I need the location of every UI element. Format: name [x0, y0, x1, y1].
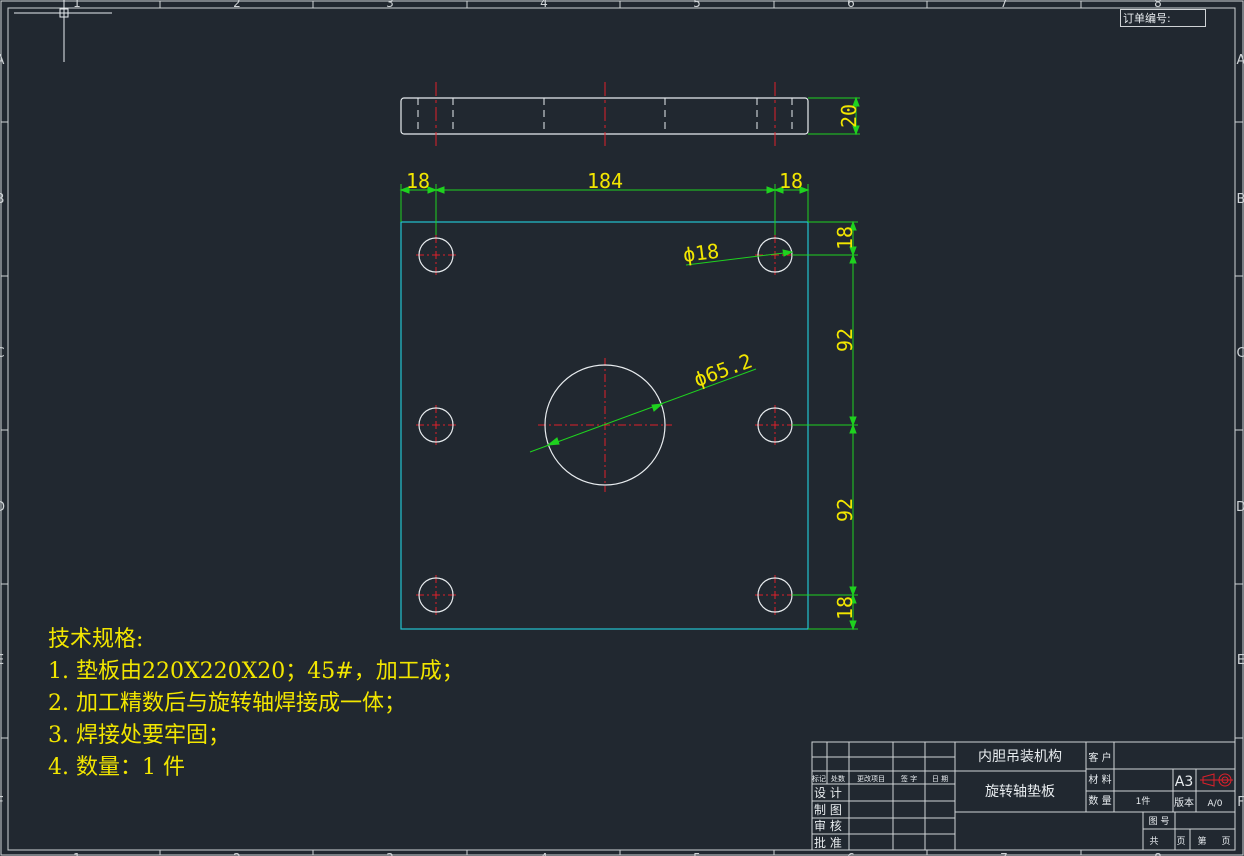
role-approve: 批 准 [814, 835, 842, 850]
row-letter: B [0, 192, 4, 207]
dim-thickness: 20 [837, 104, 861, 128]
quantity-value: 1件 [1136, 795, 1151, 807]
tech-spec-line: 2. 加工精数后与旋转轴焊接成一体； [48, 691, 406, 716]
col-num: 1 [73, 0, 81, 10]
diameter-leaders [529, 249, 794, 453]
quantity-label: 数 量 [1088, 794, 1111, 807]
tech-spec-title: 技术规格: [48, 627, 144, 652]
col-num: 2 [233, 0, 241, 10]
dim-lower-pitch: 92 [833, 498, 857, 522]
col-num: 4 [540, 0, 548, 10]
row-letter: B [1237, 192, 1244, 207]
assembly-name: 内胆吊装机构 [978, 749, 1062, 765]
col-num: 3 [386, 0, 394, 10]
col-num: 6 [847, 0, 855, 10]
dim-small-hole-dia: ϕ18 [682, 239, 721, 267]
title-block-text: 标记 处数 更改项目 签 字 日 期 设 计 制 图 审 核 批 准 内胆吊装机… [812, 749, 1231, 850]
dim-right-margin: 18 [779, 169, 803, 193]
role-design: 设 计 [814, 786, 842, 800]
rev-header: 处数 [831, 774, 845, 783]
plate-centerlines [416, 235, 795, 615]
rev-header: 更改项目 [857, 774, 885, 783]
row-letter: A [1237, 53, 1244, 68]
tech-spec-line: 3. 焊接处要牢固； [48, 723, 230, 748]
vertical-dimension [792, 220, 858, 631]
crosshair-cursor-icon [14, 0, 112, 62]
col-num: 3 [386, 851, 394, 856]
col-num: 6 [847, 851, 855, 856]
row-letter: E [0, 653, 4, 668]
col-num: 4 [540, 851, 548, 856]
part-name: 旋转轴垫板 [985, 784, 1055, 800]
role-review: 审 核 [814, 818, 842, 833]
version-label: 版本 [1174, 796, 1194, 809]
dim-hole-span: 184 [587, 169, 623, 193]
sheet-size: A3 [1175, 774, 1193, 790]
top-view: 18 184 18 18 92 92 18 ϕ18 ϕ65.2 [399, 169, 858, 631]
order-number-label: 订单编号: [1123, 12, 1171, 25]
col-num: 8 [1154, 851, 1162, 856]
col-num: 5 [693, 851, 701, 856]
tech-spec: 技术规格: 1. 垫板由220X220X20；45#，加工成； 2. 加工精数后… [48, 624, 464, 784]
customer-label: 客 户 [1088, 751, 1111, 764]
dim-top-offset: 18 [833, 226, 857, 250]
version-value: A/0 [1208, 799, 1223, 809]
projection-symbol-icon [1200, 773, 1233, 787]
row-letter: A [0, 53, 5, 68]
total-label: 共 [1149, 836, 1158, 847]
row-letter: D [0, 500, 5, 515]
dim-center-hole-dia: ϕ65.2 [691, 349, 756, 392]
dim-left-margin: 18 [406, 169, 430, 193]
col-num: 2 [233, 851, 241, 856]
material-label: 材 料 [1088, 773, 1111, 786]
row-letter: F [1237, 795, 1244, 810]
row-letter: D [1236, 500, 1244, 515]
dim-upper-pitch: 92 [833, 328, 857, 352]
row-letter: E [1237, 653, 1244, 668]
rev-header: 签 字 [901, 774, 917, 783]
col-num: 5 [693, 0, 701, 10]
col-num: 7 [1000, 851, 1008, 856]
tech-spec-line: 4. 数量：1 件 [48, 755, 185, 780]
side-centerlines [435, 82, 776, 150]
col-num: 1 [73, 851, 81, 856]
drawing-no-label: 图 号 [1149, 816, 1170, 827]
tech-spec-line: 1. 垫板由220X220X20；45#，加工成； [48, 659, 464, 684]
dim-bottom-offset: 18 [833, 596, 857, 620]
rev-header: 标记 [812, 774, 826, 783]
row-letter: C [0, 346, 5, 361]
page-label: 第 [1197, 835, 1206, 847]
role-draft: 制 图 [814, 803, 842, 817]
row-letter: F [0, 795, 4, 810]
total-page-unit: 页 [1176, 836, 1185, 847]
row-letter: C [1236, 346, 1244, 361]
page-unit: 页 [1221, 836, 1230, 847]
rev-header: 日 期 [932, 775, 948, 783]
col-num: 7 [1000, 0, 1008, 10]
side-view: 20 [400, 82, 861, 150]
order-number-box: 订单编号: [1120, 9, 1206, 27]
